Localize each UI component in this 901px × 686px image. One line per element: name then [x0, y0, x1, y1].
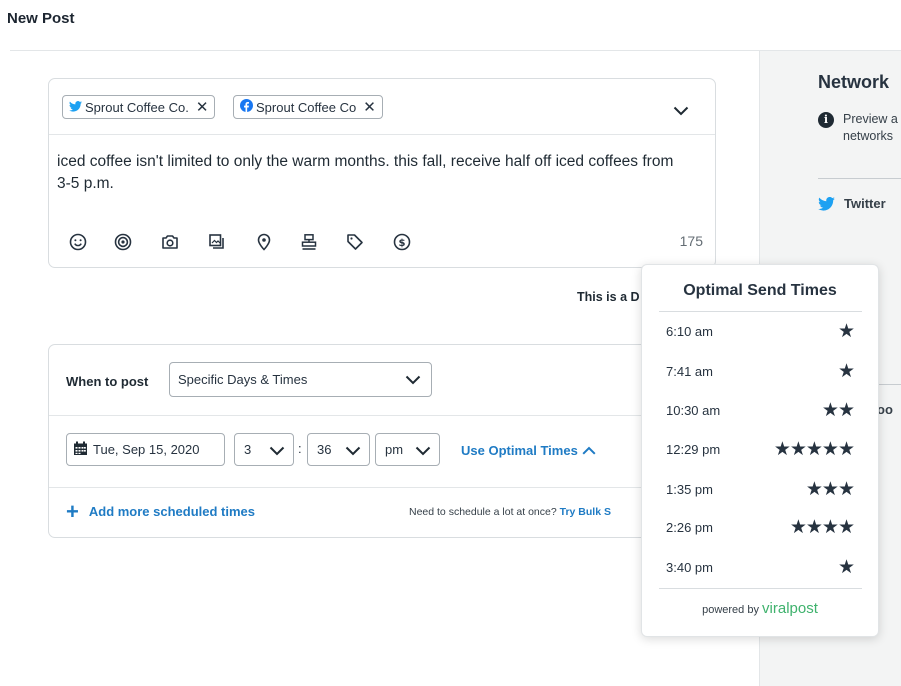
- scheduling-card: When to post Specific Days & Times Tue, …: [48, 344, 716, 538]
- add-scheduled-times-label: Add more scheduled times: [88, 504, 256, 519]
- chevron-down-icon[interactable]: [673, 103, 689, 121]
- rating-stars-icon: ★★: [821, 400, 855, 421]
- chevron-down-icon: [269, 444, 285, 459]
- preview-line-1: Preview a: [843, 112, 898, 126]
- optimal-send-times-popover: Optimal Send Times 6:10 am ★ 7:41 am ★ 1…: [641, 264, 879, 637]
- optimal-time-row[interactable]: 10:30 am ★★: [666, 400, 855, 421]
- when-to-post-label: When to post: [66, 374, 149, 389]
- bulk-note-text: Need to schedule a lot at once?: [409, 506, 557, 518]
- profile-picker[interactable]: Sprout Coffee Co. ✕ Sprout Coffee Co ✕: [49, 79, 715, 135]
- profile-chip-twitter[interactable]: Sprout Coffee Co. ✕: [62, 95, 216, 119]
- hour-value: 3: [244, 442, 252, 457]
- when-to-post-value: Specific Days & Times: [178, 372, 308, 387]
- powered-by-text: powered by: [702, 604, 759, 616]
- optimal-time-row[interactable]: 1:35 pm ★★★: [666, 479, 855, 500]
- target-icon[interactable]: [114, 233, 134, 253]
- emoji-icon[interactable]: [69, 233, 89, 253]
- network-preview-title: Network: [818, 72, 890, 92]
- remove-profile-icon[interactable]: ✕: [196, 98, 209, 116]
- profile-chip-label: Sprout Coffee Co.: [85, 99, 189, 115]
- viralpost-logo: viralpost: [762, 600, 818, 617]
- message-textarea[interactable]: iced coffee isn't limited to only the wa…: [57, 151, 677, 195]
- rating-stars-icon: ★★★★★: [773, 439, 855, 460]
- compose-card: Sprout Coffee Co. ✕ Sprout Coffee Co ✕ i…: [48, 78, 716, 268]
- camera-icon[interactable]: [161, 233, 181, 253]
- use-optimal-times-label: Use Optimal Times: [461, 443, 578, 458]
- optimal-time: 1:35 pm: [666, 482, 713, 497]
- use-optimal-times-link[interactable]: Use Optimal Times: [461, 443, 596, 458]
- draft-notice: This is a D: [577, 290, 640, 304]
- bulk-schedule-note: Need to schedule a lot at once? Try Bulk…: [409, 506, 611, 518]
- network-preview-text: Preview a networks: [843, 111, 898, 145]
- rating-stars-icon: ★★★: [805, 479, 855, 500]
- optimal-time: 6:10 am: [666, 324, 713, 339]
- chevron-down-icon: [415, 444, 431, 459]
- character-count: 175: [679, 233, 703, 249]
- dollar-icon[interactable]: $: [393, 233, 413, 253]
- rating-stars-icon: ★: [837, 361, 855, 382]
- location-icon[interactable]: [255, 233, 275, 253]
- minute-value: 36: [317, 442, 332, 457]
- when-to-post-select[interactable]: Specific Days & Times: [169, 362, 432, 397]
- time-separator: :: [298, 441, 302, 456]
- hour-select[interactable]: 3: [234, 433, 294, 466]
- optimal-time: 7:41 am: [666, 364, 713, 379]
- chevron-down-icon: [345, 444, 361, 459]
- divider: [659, 588, 862, 589]
- rating-stars-icon: ★: [837, 321, 855, 342]
- remove-profile-icon[interactable]: ✕: [363, 98, 376, 116]
- minute-select[interactable]: 36: [307, 433, 370, 466]
- twitter-preview-tab[interactable]: Twitter: [844, 196, 886, 211]
- facebook-icon: [240, 99, 256, 115]
- bulk-schedule-link[interactable]: Try Bulk S: [560, 506, 611, 518]
- rating-stars-icon: ★: [837, 557, 855, 578]
- stamp-icon[interactable]: [300, 233, 320, 253]
- tag-icon[interactable]: [346, 233, 366, 253]
- twitter-icon: [69, 100, 85, 115]
- plus-icon: +: [66, 498, 79, 524]
- profile-chip-facebook[interactable]: Sprout Coffee Co ✕: [233, 95, 383, 119]
- powered-by-footer: powered by viralpost: [642, 600, 878, 617]
- ampm-value: pm: [385, 442, 404, 457]
- optimal-time: 12:29 pm: [666, 442, 721, 457]
- popover-title: Optimal Send Times: [683, 282, 837, 299]
- add-scheduled-times-button[interactable]: + Add more scheduled times: [66, 498, 256, 524]
- optimal-time-row[interactable]: 3:40 pm ★: [666, 557, 855, 578]
- optimal-time: 3:40 pm: [666, 560, 713, 575]
- ampm-select[interactable]: pm: [375, 433, 440, 466]
- optimal-time-row[interactable]: 2:26 pm ★★★★: [666, 517, 855, 538]
- chevron-up-icon: [578, 443, 596, 458]
- optimal-time: 2:26 pm: [666, 520, 713, 535]
- twitter-icon: [818, 196, 835, 216]
- divider: [818, 178, 901, 179]
- divider: [49, 415, 715, 416]
- optimal-time-row[interactable]: 7:41 am ★: [666, 361, 855, 382]
- divider: [659, 311, 862, 312]
- svg-text:$: $: [399, 238, 406, 249]
- calendar-icon: [73, 441, 93, 459]
- gallery-icon[interactable]: [208, 233, 228, 253]
- preview-line-2: networks: [843, 129, 894, 143]
- rating-stars-icon: ★★★★: [789, 517, 855, 538]
- preview-partial-text: oo: [877, 402, 893, 417]
- page-title: New Post: [7, 10, 75, 27]
- profile-chip-label: Sprout Coffee Co: [256, 99, 357, 115]
- date-value: Tue, Sep 15, 2020: [93, 442, 200, 457]
- info-icon: i: [818, 112, 834, 128]
- date-picker[interactable]: Tue, Sep 15, 2020: [66, 433, 225, 466]
- optimal-time-row[interactable]: 12:29 pm ★★★★★: [666, 439, 855, 460]
- chevron-down-icon: [405, 373, 421, 388]
- optimal-time: 10:30 am: [666, 403, 721, 418]
- divider: [49, 487, 715, 488]
- divider: [878, 384, 901, 385]
- optimal-time-row[interactable]: 6:10 am ★: [666, 321, 855, 342]
